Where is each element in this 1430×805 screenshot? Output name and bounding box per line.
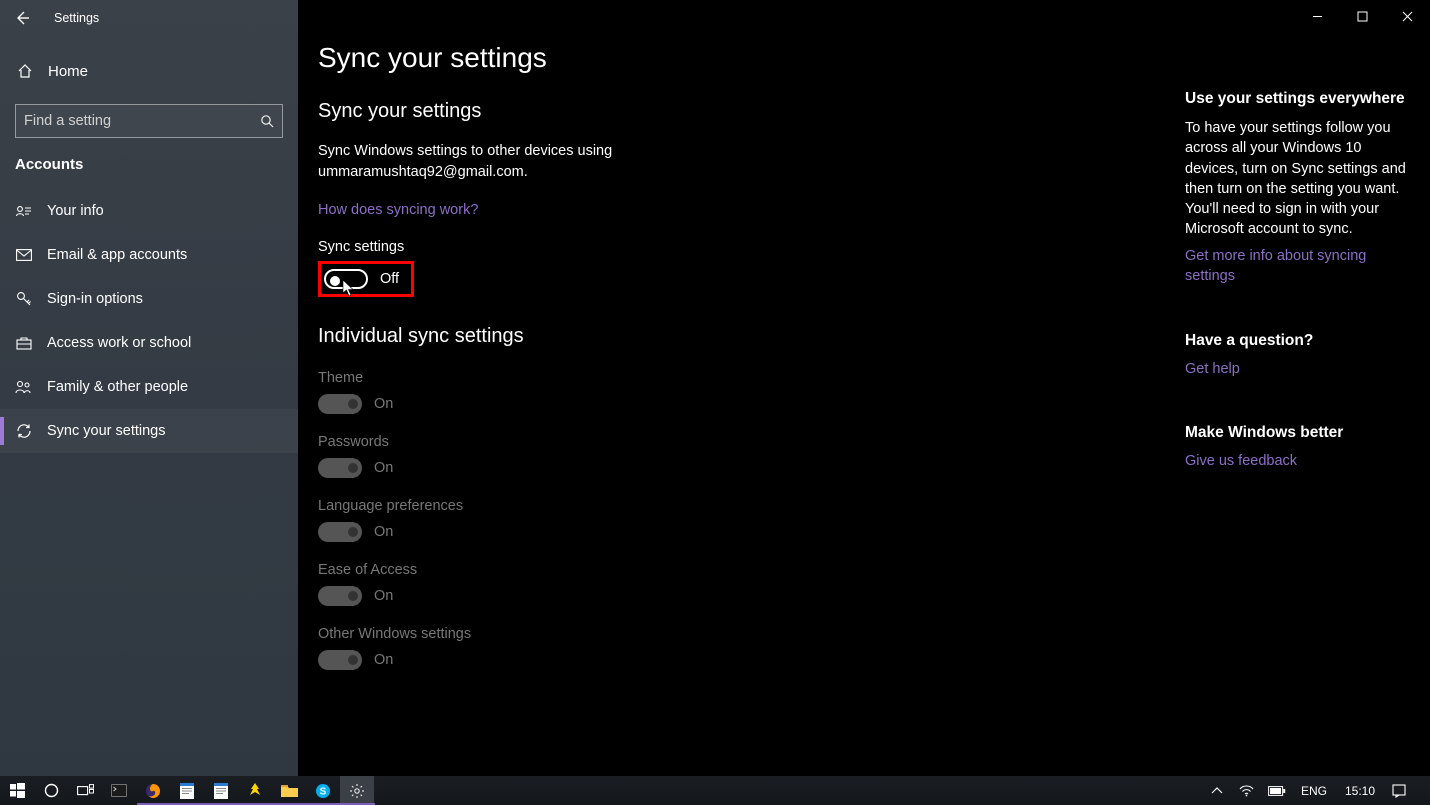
give-feedback-link[interactable]: Give us feedback — [1185, 453, 1297, 469]
info-block-everywhere: Use your settings everywhere To have you… — [1185, 90, 1408, 286]
sidebar-item-label: Email & app accounts — [47, 247, 187, 263]
sidebar-item-access-work-school[interactable]: Access work or school — [0, 321, 298, 365]
key-icon — [15, 291, 33, 307]
search-icon — [260, 114, 274, 128]
window-title: Settings — [54, 11, 99, 25]
sidebar-item-family-people[interactable]: Family & other people — [0, 365, 298, 409]
individual-sync-section: Individual sync settings Theme On Passwo… — [318, 325, 1058, 670]
sidebar-item-sync-settings[interactable]: Sync your settings — [0, 409, 298, 453]
home-icon — [16, 63, 34, 79]
how-syncing-works-link[interactable]: How does syncing work? — [318, 202, 478, 218]
individual-item-language: Language preferences On — [318, 498, 1058, 542]
sidebar-item-label: Sync your settings — [47, 423, 165, 439]
back-button[interactable] — [12, 8, 32, 28]
sidebar-home-label: Home — [48, 63, 88, 80]
tray-clock[interactable]: 15:10 — [1340, 784, 1380, 798]
task-view-button[interactable] — [68, 776, 102, 805]
sidebar-nav: Your info Email & app accounts Sign-in o… — [0, 189, 298, 453]
people-icon — [15, 380, 33, 394]
sidebar-home[interactable]: Home — [0, 48, 298, 94]
other-windows-toggle — [318, 650, 362, 670]
sync-settings-toggle-label: Sync settings — [318, 239, 1058, 255]
taskbar-app-firefox[interactable] — [136, 776, 170, 805]
info-block-question: Have a question? Get help — [1185, 332, 1408, 378]
briefcase-icon — [15, 336, 33, 350]
mail-icon — [15, 249, 33, 261]
show-desktop-button[interactable] — [1418, 776, 1424, 805]
tray-notifications-icon[interactable] — [1388, 784, 1410, 798]
tray-wifi-icon[interactable] — [1236, 785, 1258, 797]
toggle-knob — [330, 276, 340, 286]
info-column: Use your settings everywhere To have you… — [1185, 0, 1430, 516]
sidebar-item-signin-options[interactable]: Sign-in options — [0, 277, 298, 321]
start-button[interactable] — [0, 776, 34, 805]
back-arrow-icon — [14, 10, 30, 26]
get-help-link[interactable]: Get help — [1185, 361, 1240, 377]
sync-description: Sync Windows settings to other devices u… — [318, 141, 818, 183]
taskbar-right: ENG 15:10 — [1206, 776, 1430, 805]
individual-sync-title: Individual sync settings — [318, 325, 1058, 348]
taskbar-app-settings[interactable] — [340, 776, 374, 805]
theme-toggle — [318, 394, 362, 414]
individual-item-passwords: Passwords On — [318, 434, 1058, 478]
sidebar-header: Settings — [0, 0, 298, 36]
search-container — [0, 94, 298, 138]
sidebar-section-title: Accounts — [0, 138, 298, 181]
taskbar-app-explorer[interactable] — [272, 776, 306, 805]
person-card-icon — [15, 204, 33, 218]
taskbar-app-terminal[interactable] — [102, 776, 136, 805]
taskbar-app-doc2[interactable] — [204, 776, 238, 805]
tray-chevron-icon[interactable] — [1206, 787, 1228, 795]
language-toggle — [318, 522, 362, 542]
info-block-feedback: Make Windows better Give us feedback — [1185, 424, 1408, 470]
sidebar-item-your-info[interactable]: Your info — [0, 189, 298, 233]
svg-text:S: S — [320, 786, 327, 797]
section-sync-title: Sync your settings — [318, 100, 1058, 123]
individual-item-ease-access: Ease of Access On — [318, 562, 1058, 606]
passwords-toggle — [318, 458, 362, 478]
taskbar-app-skype[interactable]: S — [306, 776, 340, 805]
highlight-annotation: Off — [318, 261, 414, 297]
tray-language[interactable]: ENG — [1296, 784, 1332, 798]
taskbar-app-notes[interactable] — [238, 776, 272, 805]
cortana-button[interactable] — [34, 776, 68, 805]
taskbar-app-doc1[interactable] — [170, 776, 204, 805]
content-area: Sync your settings Sync your settings Sy… — [298, 0, 1430, 776]
taskbar: S ENG 15:10 — [0, 776, 1430, 805]
sync-icon — [15, 423, 33, 439]
settings-window: Settings Home Accounts Your info — [0, 0, 1430, 805]
individual-item-other-windows: Other Windows settings On — [318, 626, 1058, 670]
page-title: Sync your settings — [318, 42, 1058, 74]
sidebar-item-label: Sign-in options — [47, 291, 143, 307]
taskbar-left: S — [0, 776, 374, 805]
individual-item-theme: Theme On — [318, 370, 1058, 414]
sync-settings-toggle[interactable] — [324, 269, 368, 289]
sidebar-item-label: Access work or school — [47, 335, 191, 351]
sidebar-item-label: Your info — [47, 203, 104, 219]
more-info-sync-link[interactable]: Get more info about syncing settings — [1185, 246, 1408, 287]
sync-settings-toggle-state: Off — [380, 271, 399, 287]
sidebar: Settings Home Accounts Your info — [0, 0, 298, 776]
sidebar-item-label: Family & other people — [47, 379, 188, 395]
main-column: Sync your settings Sync your settings Sy… — [298, 0, 1058, 776]
tray-battery-icon[interactable] — [1266, 786, 1288, 796]
ease-access-toggle — [318, 586, 362, 606]
sidebar-item-email-accounts[interactable]: Email & app accounts — [0, 233, 298, 277]
search-box[interactable] — [15, 104, 283, 138]
search-input[interactable] — [24, 113, 260, 129]
